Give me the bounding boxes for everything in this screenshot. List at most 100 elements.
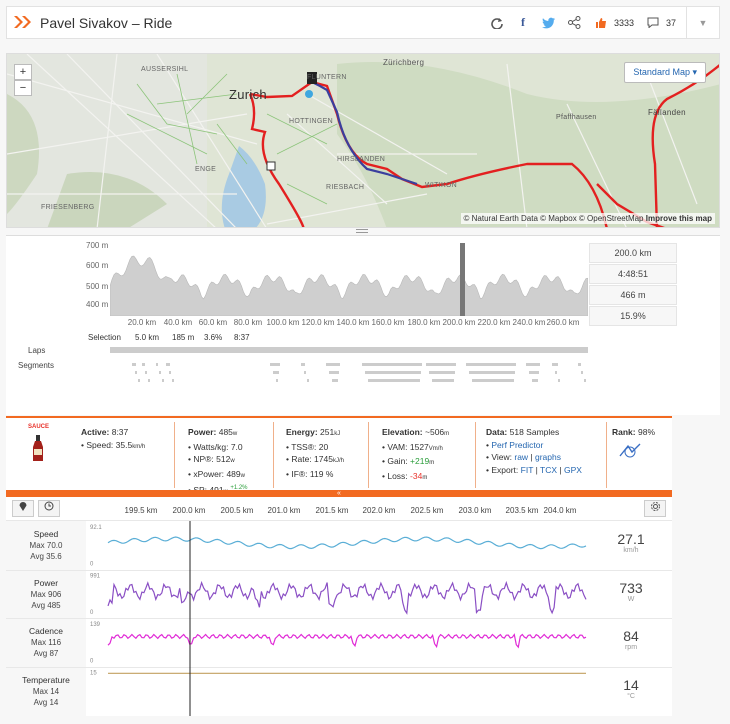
segment-mark[interactable]: [368, 379, 420, 382]
stream-axis-bottom: 0: [90, 610, 94, 616]
data-stats: Data: 518 Samples • Perf Predictor • Vie…: [486, 427, 582, 475]
zoom-out-button[interactable]: −: [14, 80, 32, 96]
segment-mark[interactable]: [276, 379, 278, 382]
power-unit: w: [232, 431, 238, 437]
streams-chart[interactable]: 92.1 0 991 0 139 0 15: [88, 521, 588, 716]
segment-mark[interactable]: [365, 371, 421, 374]
panel-collapse-bar[interactable]: «: [6, 490, 672, 497]
stream-avg: Avg 14: [33, 697, 59, 707]
segment-mark[interactable]: [307, 379, 309, 382]
comment-icon[interactable]: [642, 12, 664, 34]
stream-current-value: 84: [623, 628, 639, 644]
segment-mark[interactable]: [432, 379, 454, 382]
stream-avg: Avg 87: [33, 649, 59, 658]
view-raw-link[interactable]: raw: [514, 452, 528, 462]
segment-mark[interactable]: [472, 379, 514, 382]
sauce-logo: SAUCE: [28, 424, 50, 430]
clock-button[interactable]: [38, 500, 60, 517]
chevron-down-icon[interactable]: ▼: [689, 12, 717, 34]
segment-mark[interactable]: [332, 379, 338, 382]
route-map[interactable]: + − Standard Map ▾ Zürichberg Zurich AUS…: [6, 53, 720, 228]
divider: [475, 422, 476, 488]
active-stats: Active: 8:37 • Speed: 35.5km/h: [81, 427, 146, 450]
if-unit: %: [325, 468, 334, 479]
segment-mark[interactable]: [555, 371, 557, 374]
segment-mark[interactable]: [148, 379, 150, 382]
segment-mark[interactable]: [329, 371, 339, 374]
export-tcx-link[interactable]: TCX: [540, 465, 557, 475]
elevation-stats: Elevation: ~506m • VAM: 1527Vm/h • Gain:…: [382, 427, 450, 481]
power-value: 485: [218, 427, 233, 437]
vam-label: VAM:: [387, 441, 408, 452]
segment-mark[interactable]: [270, 363, 280, 366]
selection-grade: 3.6%: [204, 333, 223, 342]
map-style-select[interactable]: Standard Map ▾: [624, 62, 706, 83]
zoom-in-button[interactable]: +: [14, 64, 32, 80]
segment-mark[interactable]: [166, 363, 170, 366]
export-fit-link[interactable]: FIT: [521, 465, 534, 475]
segment-mark[interactable]: [142, 363, 145, 366]
rate-unit: kJ/h: [332, 458, 344, 464]
segment-mark[interactable]: [469, 371, 515, 374]
segment-mark[interactable]: [162, 379, 164, 382]
stream-axis-top: 139: [90, 622, 101, 628]
divider: [174, 422, 175, 488]
segment-mark[interactable]: [135, 371, 137, 374]
export-label: Export:: [491, 464, 519, 475]
clock-icon: [44, 501, 54, 511]
laps-bar[interactable]: [110, 347, 588, 353]
energy-unit: kJ: [334, 431, 341, 437]
segment-mark[interactable]: [362, 363, 422, 366]
segment-mark[interactable]: [426, 363, 456, 366]
kudos-icon[interactable]: [590, 12, 612, 34]
segment-mark[interactable]: [326, 363, 340, 366]
twitter-icon[interactable]: [538, 12, 560, 34]
segment-mark[interactable]: [578, 363, 581, 366]
segment-mark[interactable]: [145, 371, 147, 374]
segment-mark[interactable]: [429, 371, 455, 374]
np-label: NP®:: [193, 454, 214, 464]
export-gpx-link[interactable]: GPX: [564, 465, 582, 475]
elev-xtick: 140.0 km: [336, 318, 370, 327]
vam-unit: Vm/h: [428, 445, 443, 452]
segment-mark[interactable]: [138, 379, 140, 382]
segment-mark[interactable]: [172, 379, 174, 382]
segment-mark[interactable]: [584, 379, 586, 382]
elevation-chart[interactable]: [110, 236, 588, 316]
segment-mark[interactable]: [132, 363, 136, 366]
map-attribution: © Natural Earth Data © Mapbox © OpenStre…: [460, 213, 715, 224]
segment-mark[interactable]: [466, 363, 516, 366]
stream-name: Power: [33, 577, 59, 588]
gain-label: Gain:: [387, 456, 408, 466]
gear-icon: [650, 502, 660, 511]
segment-mark[interactable]: [529, 371, 539, 374]
rank-badge-icon[interactable]: [618, 442, 642, 462]
segment-mark[interactable]: [156, 363, 158, 366]
stream-xtick: 204.0 km: [543, 506, 577, 515]
settings-button[interactable]: [644, 500, 666, 517]
segment-mark[interactable]: [581, 371, 583, 374]
view-graphs-link[interactable]: graphs: [535, 452, 561, 462]
segment-mark[interactable]: [558, 379, 560, 382]
segment-mark[interactable]: [301, 363, 305, 366]
map-label-zurich: Zurich: [229, 87, 267, 102]
segment-mark[interactable]: [273, 371, 279, 374]
refresh-icon[interactable]: [486, 12, 508, 34]
stream-name: Temperature: [22, 674, 70, 685]
segment-mark[interactable]: [532, 379, 538, 382]
improve-map-link[interactable]: Improve this map: [646, 214, 712, 223]
stream-unit: W: [627, 595, 635, 603]
facebook-icon[interactable]: f: [512, 12, 534, 34]
segment-mark[interactable]: [552, 363, 558, 366]
stream-xtick: 199.5 km: [124, 506, 158, 515]
segment-mark[interactable]: [159, 371, 161, 374]
map-resize-handle[interactable]: [356, 229, 368, 233]
location-pin-button[interactable]: [12, 500, 34, 517]
elev-xtick: 100.0 km: [266, 318, 300, 327]
share-icon[interactable]: [564, 12, 586, 34]
segment-mark[interactable]: [526, 363, 540, 366]
segment-mark[interactable]: [169, 371, 171, 374]
perf-predictor-link[interactable]: Perf Predictor: [491, 440, 543, 450]
stream-avg: Avg 35.6: [30, 552, 62, 561]
segment-mark[interactable]: [304, 371, 306, 374]
